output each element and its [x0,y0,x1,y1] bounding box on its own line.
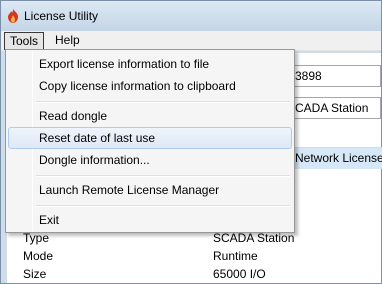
menu-item-reset-date[interactable]: Reset date of last use [8,127,292,149]
detail-value-mode: Runtime [213,249,258,263]
detail-value-type: SCADA Station [213,231,295,245]
license-utility-window: License Utility Tools Help 3898 CADA Sta… [0,0,382,284]
menu-separator [36,101,290,103]
menu-item-copy-license[interactable]: Copy license information to clipboard [8,75,292,97]
title-bar[interactable]: License Utility [1,1,381,31]
menu-bar: Tools Help [1,31,381,51]
menu-item-read-dongle[interactable]: Read dongle [8,105,292,127]
detail-key-type: Type [23,231,50,245]
menu-item-exit[interactable]: Exit [8,209,292,231]
tools-dropdown-menu: Export license information to file Copy … [5,49,295,233]
license-number-text: 3898 [295,69,322,83]
menu-item-remote-license-manager[interactable]: Launch Remote License Manager [8,179,292,201]
tab-network-licenses-label: Network Licenses [295,151,382,165]
menu-item-export-license[interactable]: Export license information to file [8,53,292,75]
menu-separator [36,175,290,177]
product-text: CADA Station [295,101,369,115]
menu-separator [36,205,290,207]
app-logo-icon [5,8,21,24]
detail-value-size: 65000 I/O [213,267,266,281]
menu-item-dongle-info[interactable]: Dongle information... [8,149,292,171]
detail-key-size: Size [23,267,47,281]
window-title: License Utility [24,9,99,23]
detail-key-mode: Mode [23,249,54,263]
menu-tools[interactable]: Tools [4,32,44,50]
menu-help[interactable]: Help [52,32,83,50]
